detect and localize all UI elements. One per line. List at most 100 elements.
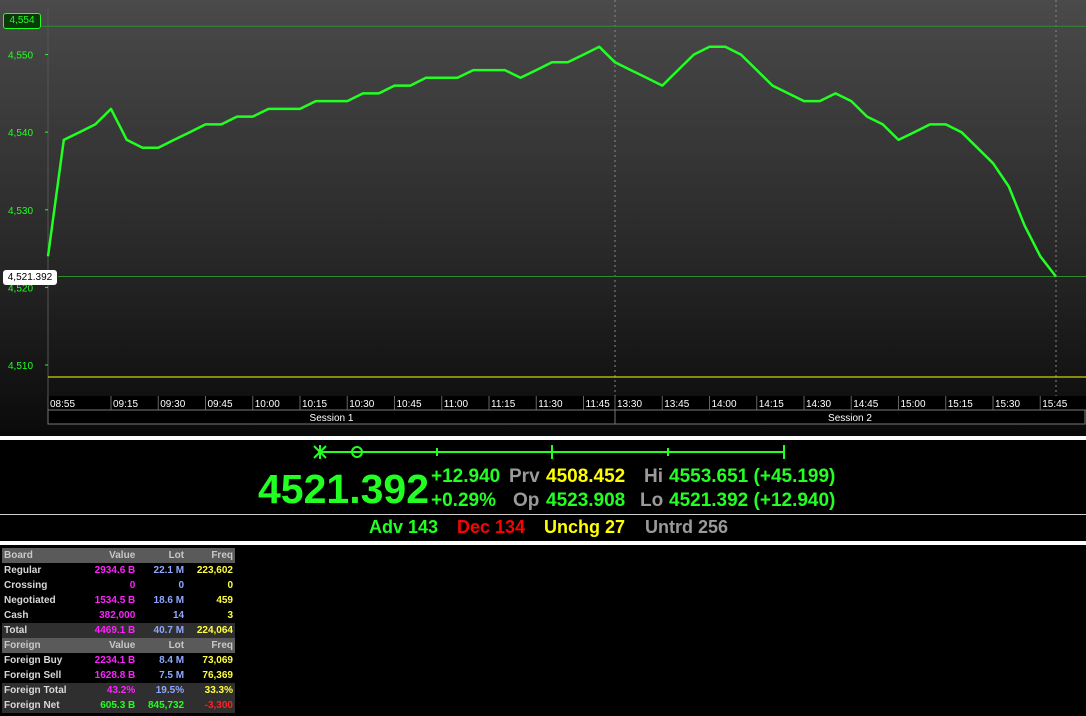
x-tick-label: 13:45 xyxy=(664,399,689,410)
advancers: Adv 143 xyxy=(369,517,439,537)
x-tick-label: 15:15 xyxy=(948,399,973,410)
divider xyxy=(0,514,1086,515)
foreign-header-lot: Lot xyxy=(137,638,187,653)
prev-label: Prv xyxy=(509,466,540,487)
x-tick-label: 09:15 xyxy=(113,399,138,410)
price-change: +12.940 xyxy=(431,466,501,487)
total-label: Total xyxy=(2,623,84,638)
y-tick-label: 4,510 xyxy=(8,361,33,372)
x-tick-label: 09:45 xyxy=(208,399,233,410)
x-tick-label: 10:00 xyxy=(255,399,280,410)
total-lot: 40.7 M xyxy=(137,623,187,638)
foreign-net-label: Foreign Net xyxy=(2,698,84,713)
board-header-label: Board xyxy=(2,548,84,563)
row-freq: 0 xyxy=(227,580,233,591)
y-tick-label: 4,520 xyxy=(8,283,33,294)
intraday-chart[interactable]: 4,550 4,540 4,530 4,520 4,510 08:55 09:15 09:30… xyxy=(0,0,1086,436)
session-1-label: Session 1 xyxy=(310,413,354,424)
board-summary-table: Board Value Lot Freq Regular 2934.6 B 22… xyxy=(2,548,235,713)
row-lot: 18.6 M xyxy=(153,595,185,606)
prev-value: 4508.452 xyxy=(546,466,626,487)
x-tick-label: 14:15 xyxy=(759,399,784,410)
total-freq: 224,064 xyxy=(186,623,235,638)
y-tick-label: 4,540 xyxy=(8,128,33,139)
x-tick-label: 08:55 xyxy=(50,399,75,410)
row-lot: 7.5 M xyxy=(159,670,185,681)
foreign-header-row: Foreign Value Lot Freq xyxy=(2,638,235,653)
unchanged: Unchg 27 xyxy=(544,517,626,537)
untraded: Untrd 256 xyxy=(645,517,729,537)
x-tick-label: 11:30 xyxy=(538,399,563,410)
foreign-total-label: Foreign Total xyxy=(2,683,84,698)
row-label: Crossing xyxy=(4,580,48,591)
total-value: 4469.1 B xyxy=(83,623,138,638)
foreign-total-row: Foreign Total 43.2% 19.5% 33.3% xyxy=(2,683,235,698)
row-freq: 459 xyxy=(216,595,233,606)
row-value: 2934.6 B xyxy=(94,565,136,576)
price-series-line xyxy=(46,45,1057,278)
x-tick-label: 13:30 xyxy=(617,399,642,410)
decliners: Dec 134 xyxy=(457,517,526,537)
x-tick-label: 14:00 xyxy=(712,399,737,410)
row-label: Regular xyxy=(4,565,42,576)
row-value: 1628.8 B xyxy=(94,670,136,681)
x-tick-label: 10:30 xyxy=(349,399,374,410)
foreign-header-value: Value xyxy=(83,638,138,653)
board-total-row: Total 4469.1 B 40.7 M 224,064 xyxy=(2,623,235,638)
x-tick-label: 15:30 xyxy=(995,399,1020,410)
row-value: 382,000 xyxy=(99,610,136,621)
x-tick-label: 10:45 xyxy=(397,399,422,410)
y-tick-label: 4,550 xyxy=(8,51,33,62)
chart-canvas[interactable]: 4,550 4,540 4,530 4,520 4,510 08:55 09:15 09:30… xyxy=(0,0,1086,436)
percent-change: +0.29% xyxy=(431,490,496,511)
row-freq: 3 xyxy=(227,610,233,621)
foreign-total-lot: 19.5% xyxy=(137,683,187,698)
open-value: 4523.908 xyxy=(546,490,626,511)
row-value: 1534.5 B xyxy=(94,595,136,606)
y-tick-label: 4,530 xyxy=(8,206,33,217)
x-tick-label: 15:45 xyxy=(1042,399,1067,410)
foreign-total-value: 43.2% xyxy=(83,683,138,698)
last-price-tag-text: 4,521.392 xyxy=(7,272,53,283)
board-header-lot: Lot xyxy=(137,548,187,563)
table-row: Regular 2934.6 B 22.1 M 223,602 xyxy=(2,563,235,578)
table-row: Foreign Buy 2234.1 B 8.4 M 73,069 xyxy=(2,653,235,668)
x-tick-label: 14:30 xyxy=(806,399,831,410)
high-price-tag-text: 4,554 xyxy=(9,15,35,26)
row-freq: 73,069 xyxy=(202,655,233,666)
session-2-label: Session 2 xyxy=(828,413,872,424)
last-price-tag: 4,521.392 xyxy=(3,270,57,285)
x-tick-label: 15:00 xyxy=(901,399,926,410)
x-tick-label: 10:15 xyxy=(302,399,327,410)
last-price: 4521.392 xyxy=(258,466,430,512)
session-band xyxy=(47,409,1086,425)
foreign-net-freq: -3,300 xyxy=(186,698,235,713)
row-lot: 8.4 M xyxy=(159,655,185,666)
board-header-freq: Freq xyxy=(186,548,235,563)
foreign-net-value: 605.3 B xyxy=(83,698,138,713)
x-tick-label: 14:45 xyxy=(853,399,878,410)
foreign-total-freq: 33.3% xyxy=(186,683,235,698)
row-lot: 14 xyxy=(172,610,185,621)
foreign-header-label: Foreign xyxy=(2,638,84,653)
row-value: 0 xyxy=(129,580,136,591)
high-price-tag: 4,554 xyxy=(3,13,41,29)
row-lot: 22.1 M xyxy=(153,565,185,576)
table-row: Negotiated 1534.5 B 18.6 M 459 xyxy=(2,593,235,608)
table-row: Cash 382,000 14 3 xyxy=(2,608,235,623)
row-freq: 76,369 xyxy=(202,670,233,681)
low-label: Lo xyxy=(640,490,664,511)
foreign-net-lot: 845,732 xyxy=(137,698,187,713)
row-label: Negotiated xyxy=(4,595,56,606)
table-row: Foreign Sell 1628.8 B 7.5 M 76,369 xyxy=(2,668,235,683)
range-slider[interactable] xyxy=(0,440,1086,464)
open-label: Op xyxy=(513,490,540,511)
x-tick-label: 11:45 xyxy=(586,399,611,410)
high-label: Hi xyxy=(644,466,663,487)
row-label: Foreign Sell xyxy=(4,670,62,681)
foreign-net-row: Foreign Net 605.3 B 845,732 -3,300 xyxy=(2,698,235,713)
row-lot: 0 xyxy=(178,580,185,591)
row-value: 2234.1 B xyxy=(94,655,136,666)
x-tick-label: 11:15 xyxy=(491,399,516,410)
row-label: Foreign Buy xyxy=(4,655,63,666)
